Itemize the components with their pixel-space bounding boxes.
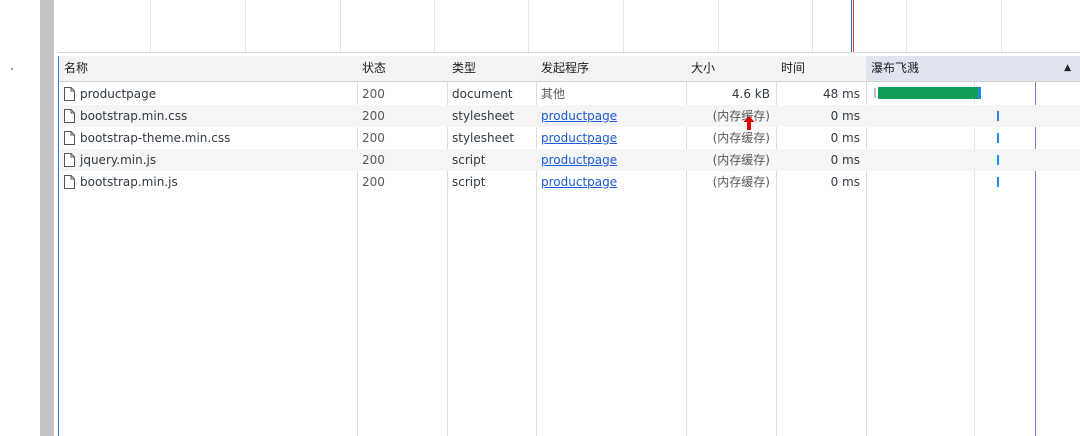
column-header-initiator[interactable]: 发起程序 [536,56,686,81]
overview-grid-line [528,0,529,52]
panel-resize-bar[interactable] [40,0,54,436]
column-header-waterfall[interactable]: 瀑布飞溅 ▲ [866,56,1080,81]
initiator-link[interactable]: productpage [541,131,617,145]
waterfall-download-bar [878,87,978,99]
left-margin [0,0,40,436]
request-name-cell: productpage [59,83,357,105]
waterfall-label: 瀑布飞溅 [871,61,920,75]
overview-grid-line [245,0,246,52]
request-name: bootstrap.min.css [80,109,188,123]
column-header-status[interactable]: 状态 [357,56,447,81]
waterfall-bar [997,111,999,121]
waterfall-bar [997,133,999,143]
size-cell: (内存缓存) [712,153,770,167]
status-cell: 200 [362,109,385,123]
waterfall-bar [997,155,999,165]
initiator-link[interactable]: productpage [541,109,617,123]
network-request-table: 名称 状态 类型 发起程序 大小 时间 瀑布飞溅 ▲ productpage 2… [58,56,1080,436]
file-icon [64,87,75,101]
type-cell: document [452,87,513,101]
column-header-size[interactable]: 大小 [686,56,776,81]
dom-content-loaded-marker [851,0,852,52]
size-cell: (内存缓存) [712,109,770,123]
type-cell: script [452,175,486,189]
red-arrow-cursor-icon [743,116,755,130]
network-overview[interactable] [58,0,1080,53]
status-cell: 200 [362,175,385,189]
column-header-time[interactable]: 时间 [776,56,866,81]
size-cell: (内存缓存) [712,131,770,145]
table-row[interactable]: productpage 200 document 其他 4.6 kB 48 ms [59,83,1080,105]
status-cell: 200 [362,153,385,167]
overview-grid-line [150,0,151,52]
overview-grid-line [623,0,624,52]
waterfall-waiting-bar [978,87,981,99]
initiator-link[interactable]: productpage [541,175,617,189]
file-icon [64,131,75,145]
request-name: productpage [80,87,157,101]
request-name-cell: bootstrap-theme.min.css [59,127,357,149]
file-icon [64,109,75,123]
initiator-cell: productpage [536,149,686,171]
request-name: bootstrap.min.js [80,175,178,189]
overview-grid-line [812,0,813,52]
initiator-cell: productpage [536,105,686,127]
load-event-marker [853,0,854,52]
marker-dot [11,68,13,70]
request-name-cell: bootstrap.min.css [59,105,357,127]
time-cell: 0 ms [830,175,860,189]
request-name-cell: bootstrap.min.js [59,171,357,193]
column-header-name[interactable]: 名称 [59,56,357,81]
table-row[interactable]: bootstrap-theme.min.css 200 stylesheet p… [59,127,1080,149]
waterfall-queue-bar [874,88,876,98]
initiator-cell: 其他 [541,87,566,101]
overview-grid-line [340,0,341,52]
initiator-cell: productpage [536,171,686,193]
time-cell: 48 ms [822,87,860,101]
column-header-type[interactable]: 类型 [447,56,536,81]
time-cell: 0 ms [830,109,860,123]
table-row[interactable]: bootstrap.min.css 200 stylesheet product… [59,105,1080,127]
file-icon [64,153,75,167]
overview-grid-line [906,0,907,52]
overview-grid-line [1001,0,1002,52]
type-cell: stylesheet [452,131,515,145]
overview-grid-line [434,0,435,52]
initiator-cell: productpage [536,127,686,149]
file-icon [64,175,75,189]
request-name: jquery.min.js [80,153,157,167]
sort-ascending-icon[interactable]: ▲ [1064,56,1071,81]
time-cell: 0 ms [830,153,860,167]
initiator-link[interactable]: productpage [541,153,617,167]
waterfall-bar [997,177,999,187]
time-cell: 0 ms [830,131,860,145]
table-header: 名称 状态 类型 发起程序 大小 时间 瀑布飞溅 ▲ [59,56,1080,82]
request-name: bootstrap-theme.min.css [80,131,231,145]
size-cell: (内存缓存) [712,175,770,189]
status-cell: 200 [362,131,385,145]
type-cell: stylesheet [452,109,515,123]
overview-grid-line [718,0,719,52]
status-cell: 200 [362,87,385,101]
table-row[interactable]: jquery.min.js 200 script productpage (内存… [59,149,1080,171]
type-cell: script [452,153,486,167]
size-cell: 4.6 kB [731,87,770,101]
table-row[interactable]: bootstrap.min.js 200 script productpage … [59,171,1080,193]
request-name-cell: jquery.min.js [59,149,357,171]
